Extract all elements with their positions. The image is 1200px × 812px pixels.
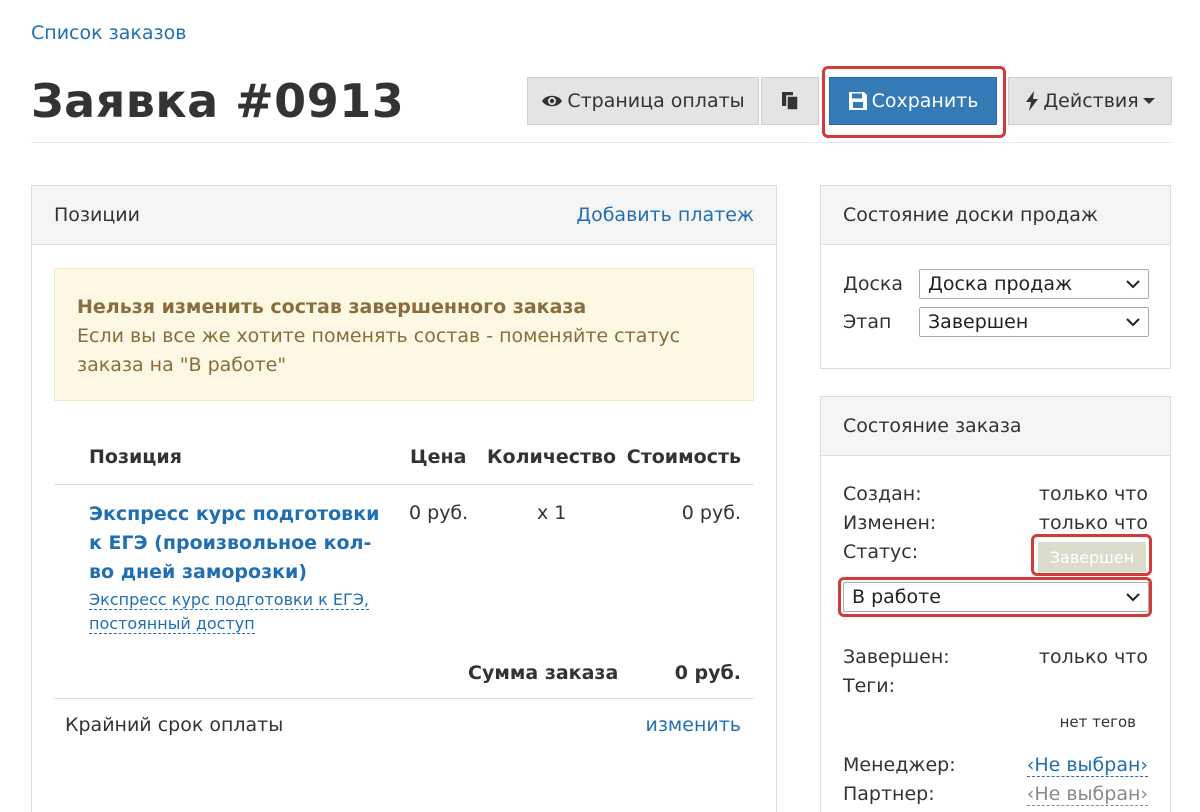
copy-button[interactable] — [761, 77, 819, 125]
partner-label: Партнер: — [843, 783, 935, 805]
status-label: Статус: — [843, 541, 919, 563]
alert-title: Нельзя изменить состав завершенного зака… — [77, 296, 587, 318]
column-header-price: Цена — [410, 446, 467, 468]
chevron-down-icon — [1126, 280, 1140, 289]
board-select[interactable]: Доска продаж — [919, 269, 1149, 299]
column-header-cost: Стоимость — [626, 446, 741, 468]
manager-label: Менеджер: — [843, 754, 956, 776]
breadcrumb-order-list[interactable]: Список заказов — [31, 22, 186, 44]
finished-label: Завершен: — [843, 646, 950, 668]
stage-select-value: Завершен — [928, 311, 1029, 333]
chevron-down-icon — [1126, 318, 1140, 327]
eye-icon — [542, 95, 563, 107]
actions-dropdown-button[interactable]: Действия — [1008, 77, 1172, 125]
modified-value: только что — [1038, 512, 1148, 534]
page-title: Заявка #0913 — [31, 74, 405, 128]
order-state-panel: Состояние заказа Создан: только что Изме… — [820, 396, 1171, 812]
add-payment-link[interactable]: Добавить платеж — [576, 204, 754, 226]
order-state-panel-header: Состояние заказа — [821, 397, 1170, 456]
bolt-icon — [1026, 91, 1039, 111]
item-title-link[interactable]: Экспресс курс подготовки к ЕГЭ (произвол… — [89, 500, 389, 587]
stage-select[interactable]: Завершен — [919, 307, 1149, 337]
sales-board-panel-header: Состояние доски продаж — [821, 186, 1170, 245]
positions-panel: Позиции Добавить платеж Нельзя изменить … — [31, 185, 777, 812]
payment-page-label: Страница оплаты — [567, 90, 745, 112]
modified-label: Изменен: — [843, 512, 937, 534]
stage-label: Этап — [843, 311, 892, 333]
board-label: Доска — [843, 273, 904, 295]
item-quantity: x 1 — [537, 502, 567, 524]
header-divider — [31, 142, 1172, 143]
actions-label: Действия — [1043, 90, 1139, 112]
total-value: 0 руб. — [674, 662, 741, 684]
created-label: Создан: — [843, 483, 922, 505]
total-label: Сумма заказа — [468, 662, 619, 684]
alert-text: Если вы все же хотите поменять состав - … — [77, 325, 681, 376]
sales-board-panel: Состояние доски продаж Доска Доска прода… — [820, 185, 1171, 369]
item-subtitle-link[interactable]: Экспресс курс подготовки к ЕГЭ, постоянн… — [89, 588, 379, 636]
status-select-highlight — [838, 577, 1152, 617]
tags-value: нет тегов — [1059, 713, 1136, 731]
change-due-date-link[interactable]: изменить — [645, 714, 741, 736]
table-header-divider — [54, 484, 754, 485]
item-price: 0 руб. — [409, 502, 469, 524]
sales-board-panel-title: Состояние доски продаж — [843, 204, 1099, 226]
manager-select-link[interactable]: ‹Не выбран› — [1026, 754, 1148, 777]
copy-icon — [782, 92, 799, 111]
due-date-label: Крайний срок оплаты — [65, 714, 284, 736]
partner-select-link[interactable]: ‹Не выбран› — [1026, 783, 1148, 806]
board-select-value: Доска продаж — [928, 273, 1073, 295]
total-divider — [54, 698, 754, 699]
status-badge-highlight — [1031, 534, 1152, 576]
warning-alert: Нельзя изменить состав завершенного зака… — [54, 268, 754, 401]
payment-page-button[interactable]: Страница оплаты — [527, 77, 759, 125]
item-cost: 0 руб. — [681, 502, 741, 524]
item-subtitle-text: Экспресс курс подготовки к ЕГЭ, постоянн… — [89, 590, 370, 634]
column-header-position: Позиция — [89, 446, 182, 468]
tags-label: Теги: — [843, 675, 896, 697]
caret-down-icon — [1142, 98, 1155, 104]
positions-panel-title: Позиции — [54, 204, 140, 226]
save-button-highlight — [822, 66, 1006, 138]
finished-value: только что — [1038, 646, 1148, 668]
created-value: только что — [1038, 483, 1148, 505]
column-header-quantity: Количество — [487, 446, 617, 468]
positions-panel-header: Позиции Добавить платеж — [32, 186, 776, 245]
order-state-panel-title: Состояние заказа — [843, 415, 1022, 437]
